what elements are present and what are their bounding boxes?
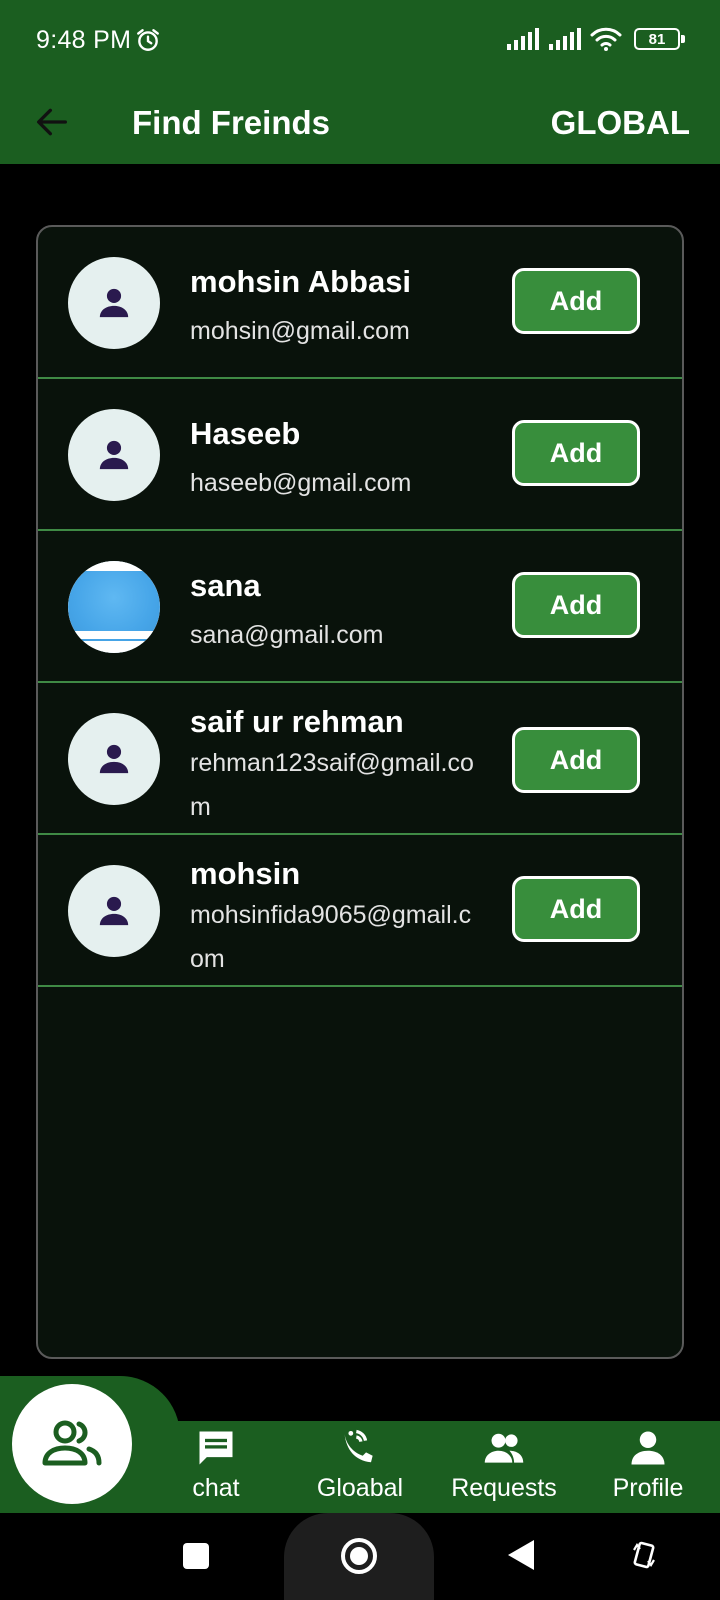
battery-icon: 81	[634, 28, 685, 50]
find-friends-fab[interactable]	[12, 1384, 132, 1504]
app-bar: Find Freinds GLOBAL	[0, 82, 720, 164]
list-item: Haseeb haseeb@gmail.com Add	[38, 379, 682, 531]
user-name: Haseeb	[190, 416, 301, 451]
list-item: sana sana@gmail.com Add	[38, 531, 682, 683]
people-icon	[484, 1433, 524, 1463]
nav-item-requests[interactable]: Requests	[434, 1426, 574, 1510]
chat-icon	[199, 1431, 233, 1465]
nav-label: chat	[192, 1474, 240, 1502]
avatar	[68, 257, 160, 349]
user-email: mohsinfida9065@gmail.com	[190, 901, 472, 973]
arrow-left-icon[interactable]	[32, 102, 72, 142]
wifi-icon	[590, 27, 622, 51]
group-icon	[42, 1420, 102, 1466]
user-email: haseeb@gmail.com	[190, 469, 412, 497]
status-icons: 81	[506, 26, 685, 52]
home-icon[interactable]	[340, 1537, 378, 1575]
person-icon	[99, 440, 129, 470]
back-triangle-icon[interactable]	[508, 1540, 534, 1570]
nav-label: Requests	[451, 1474, 557, 1502]
rotate-icon[interactable]	[632, 1539, 656, 1571]
nav-item-profile[interactable]: Profile	[578, 1426, 718, 1510]
avatar	[68, 561, 160, 653]
person-icon	[631, 1431, 665, 1465]
user-email: sana@gmail.com	[190, 621, 384, 649]
user-list: mohsin Abbasi mohsin@gmail.com Add Hasee…	[36, 225, 684, 1359]
signal-icon	[549, 28, 581, 50]
battery-level: 81	[648, 30, 666, 48]
user-name: mohsin Abbasi	[190, 264, 412, 299]
nav-label: Profile	[612, 1474, 684, 1502]
person-icon	[99, 288, 129, 318]
list-item: mohsin mohsinfida9065@gmail.com Add	[38, 835, 682, 987]
add-friend-button[interactable]: Add	[512, 268, 640, 334]
nav-item-chat[interactable]: chat	[146, 1426, 286, 1510]
nav-label: Gloabal	[316, 1474, 404, 1502]
user-name: mohsin	[190, 856, 301, 891]
avatar	[68, 713, 160, 805]
add-friend-button[interactable]: Add	[512, 420, 640, 486]
nav-item-gloabal[interactable]: Gloabal	[290, 1426, 430, 1510]
profile-photo	[68, 561, 160, 653]
list-item: mohsin Abbasi mohsin@gmail.com Add	[38, 227, 682, 379]
user-name: saif ur rehman	[190, 704, 404, 739]
system-nav-bar	[0, 1513, 720, 1600]
user-name: sana	[190, 568, 261, 603]
signal-icon	[507, 28, 539, 50]
global-button[interactable]: GLOBAL	[551, 96, 690, 150]
status-time: 9:48 PM	[36, 26, 132, 54]
status-bar: 9:48 PM 81	[0, 0, 720, 82]
user-email: mohsin@gmail.com	[190, 317, 410, 345]
add-friend-button[interactable]: Add	[512, 876, 640, 942]
add-friend-button[interactable]: Add	[512, 727, 640, 793]
user-email: rehman123saif@gmail.com	[190, 749, 474, 821]
avatar	[68, 865, 160, 957]
add-friend-button[interactable]: Add	[512, 572, 640, 638]
list-item: saif ur rehman rehman123saif@gmail.com A…	[38, 683, 682, 835]
page-title: Find Freinds	[132, 104, 330, 141]
avatar	[68, 409, 160, 501]
alarm-icon	[137, 29, 159, 51]
recents-icon[interactable]	[183, 1543, 209, 1569]
person-icon	[99, 896, 129, 926]
wifi-calling-icon	[344, 1429, 373, 1463]
person-icon	[99, 744, 129, 774]
